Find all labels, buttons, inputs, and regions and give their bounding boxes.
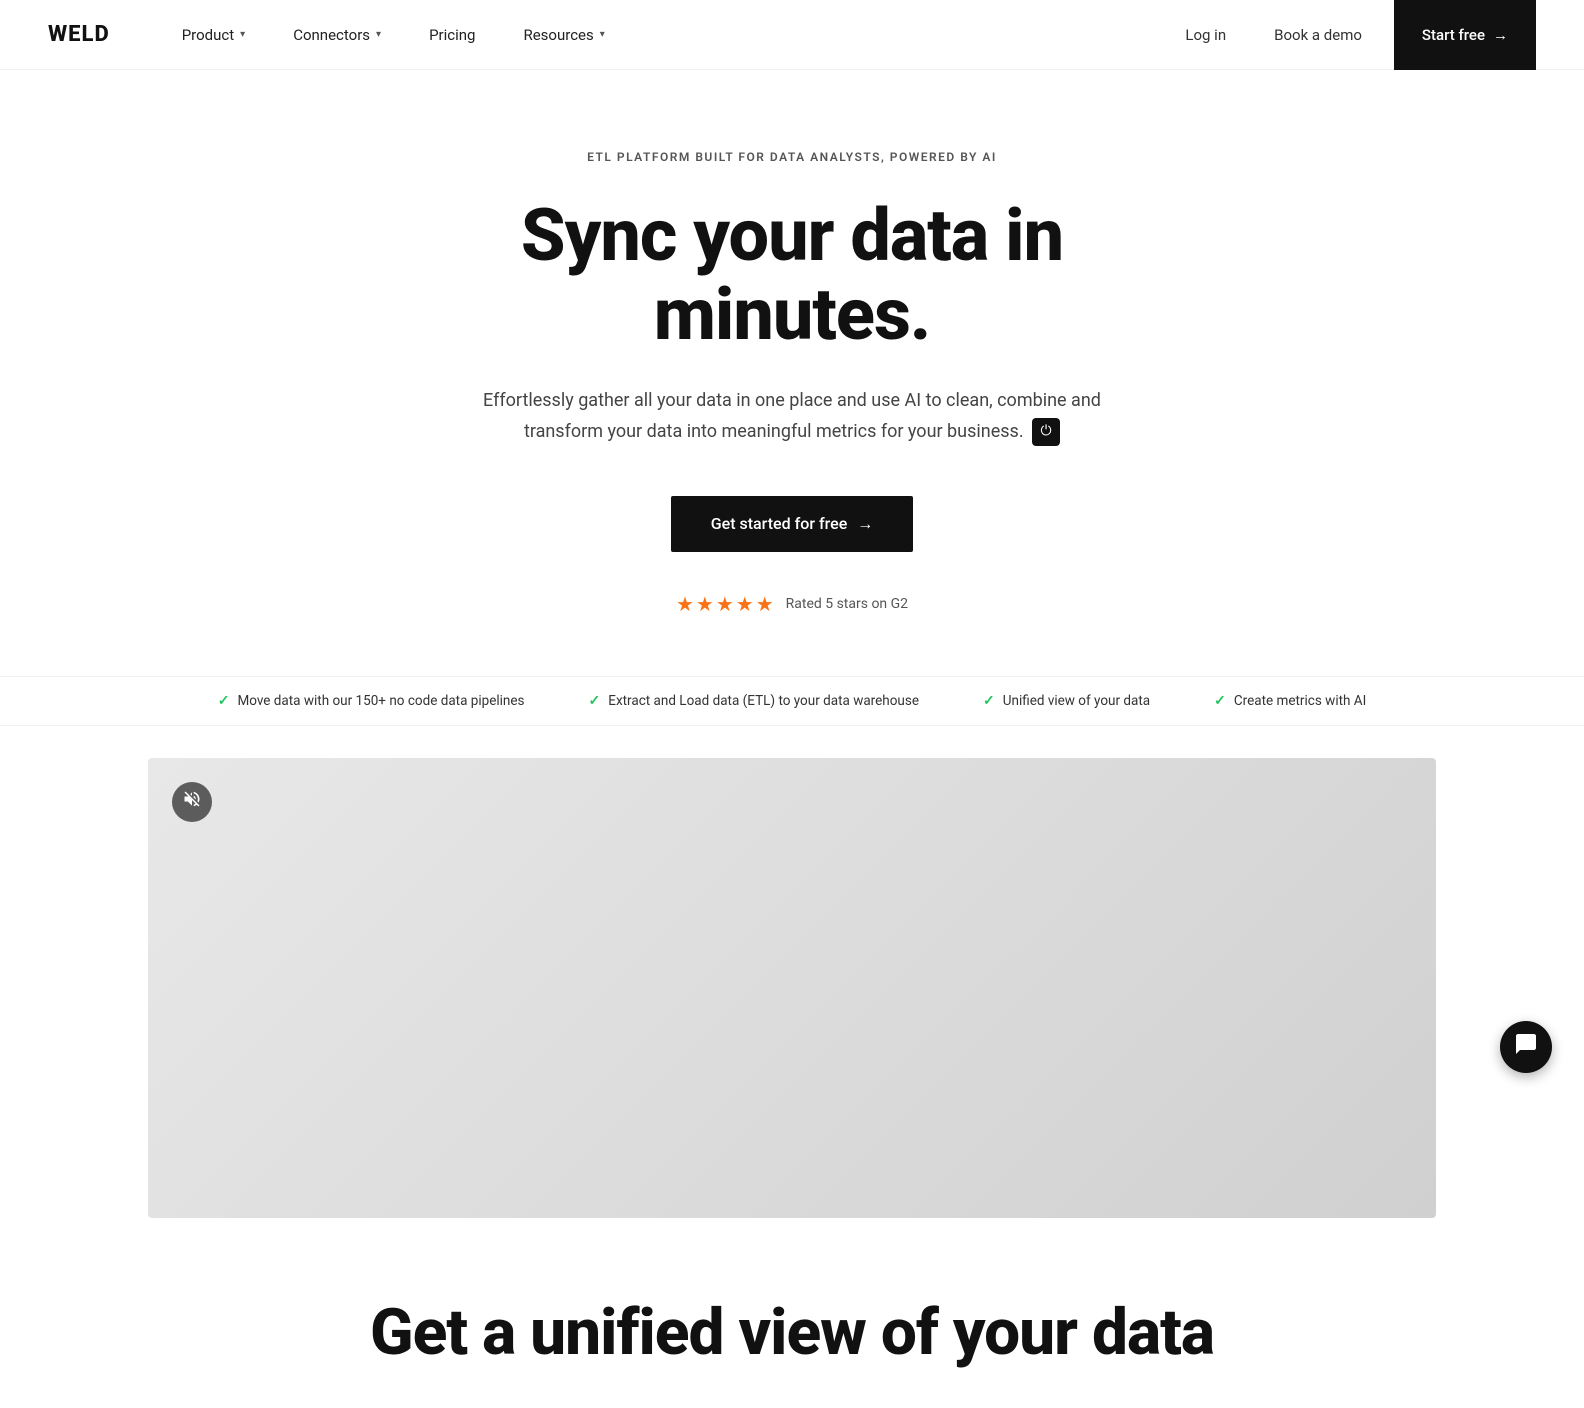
- navbar-left: WELD Product ▾ Connectors ▾ Pricing Reso…: [48, 0, 629, 70]
- mute-button[interactable]: [172, 782, 212, 822]
- nav-item-connectors[interactable]: Connectors ▾: [269, 0, 405, 70]
- hero-title: Sync your data in minutes.: [390, 196, 1194, 354]
- unified-section: Get a unified view of your data: [0, 1218, 1584, 1408]
- video-wrapper: [0, 726, 1584, 1218]
- chevron-down-icon: ▾: [240, 29, 245, 40]
- hero-wrapper: ETL PLATFORM BUILT FOR DATA ANALYSTS, PO…: [0, 70, 1584, 676]
- chevron-down-icon: ▾: [376, 29, 381, 40]
- feature-pill-3: ✓ Create metrics with AI: [1182, 693, 1398, 709]
- feature-pill-1: ✓ Extract and Load data (ETL) to your da…: [557, 693, 951, 709]
- get-started-button[interactable]: Get started for free →: [671, 496, 914, 552]
- navbar: WELD Product ▾ Connectors ▾ Pricing Reso…: [0, 0, 1584, 70]
- login-link[interactable]: Log in: [1169, 18, 1242, 52]
- nav-item-resources[interactable]: Resources ▾: [499, 0, 628, 70]
- start-free-label: Start free: [1422, 26, 1485, 44]
- star-2: ★: [696, 592, 714, 616]
- cta-arrow-icon: →: [857, 514, 873, 534]
- hero-section: ETL PLATFORM BUILT FOR DATA ANALYSTS, PO…: [342, 70, 1242, 676]
- nav-item-pricing[interactable]: Pricing: [405, 0, 499, 70]
- weld-brand-icon: ⏻: [1032, 418, 1060, 446]
- feature-pill-0: ✓ Move data with our 150+ no code data p…: [186, 693, 557, 709]
- book-demo-link[interactable]: Book a demo: [1258, 18, 1378, 52]
- star-3: ★: [716, 592, 734, 616]
- feature-pills: ✓ Move data with our 150+ no code data p…: [0, 676, 1584, 726]
- check-icon-2: ✓: [983, 693, 995, 709]
- hero-eyebrow: ETL PLATFORM BUILT FOR DATA ANALYSTS, PO…: [587, 150, 997, 164]
- nav-resources-label: Resources: [523, 26, 593, 44]
- chat-icon: [1514, 1032, 1538, 1062]
- star-5: ★: [756, 592, 774, 616]
- feature-pill-2: ✓ Unified view of your data: [951, 693, 1182, 709]
- video-section: [148, 758, 1436, 1218]
- start-free-button[interactable]: Start free →: [1394, 0, 1536, 70]
- star-4: ★: [736, 592, 754, 616]
- hero-description: Effortlessly gather all your data in one…: [442, 386, 1142, 447]
- video-placeholder: [148, 758, 1436, 1218]
- chat-widget[interactable]: [1500, 1021, 1552, 1073]
- chevron-down-icon: ▾: [600, 29, 605, 40]
- feature-text-0: Move data with our 150+ no code data pip…: [237, 693, 524, 709]
- rating-text: Rated 5 stars on G2: [786, 596, 908, 612]
- nav-product-label: Product: [182, 26, 234, 44]
- star-1: ★: [676, 592, 694, 616]
- rating-section: ★ ★ ★ ★ ★ Rated 5 stars on G2: [676, 592, 908, 616]
- arrow-right-icon: →: [1493, 26, 1508, 44]
- nav-links: Product ▾ Connectors ▾ Pricing Resources…: [158, 0, 629, 70]
- feature-text-2: Unified view of your data: [1003, 693, 1150, 709]
- logo[interactable]: WELD: [48, 22, 110, 47]
- check-icon-3: ✓: [1214, 693, 1226, 709]
- feature-text-3: Create metrics with AI: [1234, 693, 1366, 709]
- nav-item-product[interactable]: Product ▾: [158, 0, 269, 70]
- navbar-right: Log in Book a demo Start free →: [1169, 0, 1536, 70]
- check-icon-0: ✓: [218, 693, 230, 709]
- hero-description-text: Effortlessly gather all your data in one…: [483, 390, 1101, 442]
- check-icon-1: ✓: [589, 693, 601, 709]
- feature-text-1: Extract and Load data (ETL) to your data…: [608, 693, 919, 709]
- star-rating: ★ ★ ★ ★ ★: [676, 592, 774, 616]
- nav-pricing-label: Pricing: [429, 26, 475, 44]
- mute-icon: [182, 789, 202, 814]
- unified-title: Get a unified view of your data: [48, 1298, 1536, 1368]
- nav-connectors-label: Connectors: [293, 26, 370, 44]
- get-started-label: Get started for free: [711, 514, 848, 533]
